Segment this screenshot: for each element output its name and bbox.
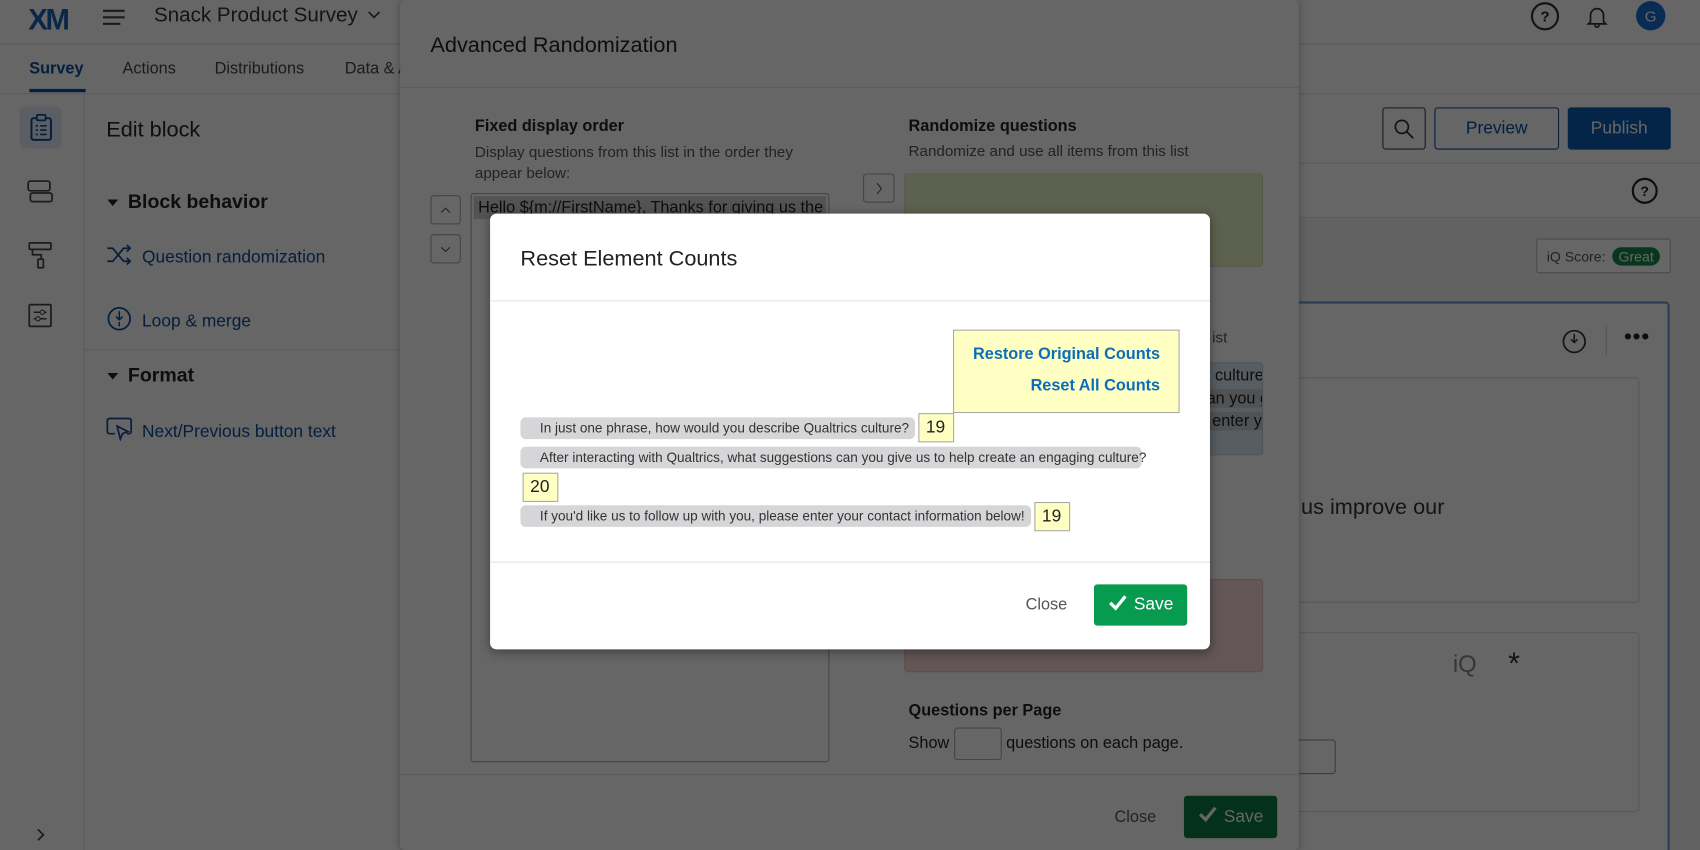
move-up-button[interactable] bbox=[430, 195, 461, 225]
chevron-up-icon bbox=[440, 206, 451, 213]
shuffle-icon bbox=[106, 244, 132, 271]
close-button[interactable]: Close bbox=[1115, 808, 1157, 826]
save-label: Save bbox=[1133, 595, 1174, 614]
caret-down-icon bbox=[106, 192, 119, 212]
move-right-button[interactable] bbox=[863, 173, 895, 203]
subset-heading: ist bbox=[1212, 328, 1228, 346]
xm-logo[interactable]: XM bbox=[28, 3, 70, 37]
preview-button[interactable]: Preview bbox=[1434, 107, 1560, 150]
notification-bell-icon[interactable] bbox=[1583, 2, 1611, 30]
loop-merge-link[interactable]: Loop & merge bbox=[106, 306, 251, 337]
edit-panel-title: Edit block bbox=[106, 118, 201, 143]
randomize-heading: Randomize questions bbox=[908, 117, 1077, 136]
loop-icon bbox=[106, 306, 132, 337]
reset-all-counts-link[interactable]: Reset All Counts bbox=[954, 376, 1161, 394]
checkmark-icon bbox=[1108, 594, 1128, 617]
survey-title: Snack Product Survey bbox=[153, 4, 358, 28]
survey-builder-icon[interactable] bbox=[19, 106, 62, 149]
chevron-right-icon bbox=[876, 182, 882, 194]
section-heading: Block behavior bbox=[127, 190, 268, 213]
fixed-order-heading: Fixed display order bbox=[474, 117, 625, 136]
caret-down-icon bbox=[106, 366, 119, 386]
block-behavior-section-toggle[interactable]: Block behavior bbox=[106, 191, 268, 214]
chevron-down-icon bbox=[366, 7, 381, 27]
close-button[interactable]: Close bbox=[1026, 595, 1068, 613]
iq-score-badge[interactable]: iQ Score: Great bbox=[1536, 238, 1671, 274]
question-label: In just one phrase, how would you descri… bbox=[520, 417, 916, 440]
section-heading: Format bbox=[127, 364, 195, 386]
look-and-feel-icon[interactable] bbox=[24, 239, 57, 272]
blocks-icon[interactable] bbox=[24, 176, 57, 209]
count-actions-box: Restore Original Counts Reset All Counts bbox=[953, 329, 1180, 414]
modal-title: Advanced Randomization bbox=[430, 33, 678, 58]
tab-survey[interactable]: Survey bbox=[29, 60, 83, 78]
link-label: Next/Previous button text bbox=[142, 422, 336, 441]
count-field[interactable]: 19 bbox=[918, 413, 955, 443]
count-field[interactable]: 20 bbox=[522, 472, 559, 502]
link-label: Loop & merge bbox=[142, 311, 252, 331]
tab-active-underline bbox=[29, 88, 86, 93]
fixed-order-description: Display questions from this list in the … bbox=[474, 143, 793, 182]
avatar[interactable]: G bbox=[1636, 1, 1666, 31]
format-section-toggle[interactable]: Format bbox=[106, 364, 194, 387]
save-button[interactable]: Save bbox=[1093, 584, 1188, 626]
checkmark-icon bbox=[1198, 806, 1218, 829]
question-randomization-link[interactable]: Question randomization bbox=[106, 244, 325, 271]
questions-per-page-heading: Questions per Page bbox=[908, 701, 1062, 720]
help-icon[interactable]: ? bbox=[1631, 177, 1658, 204]
move-down-button[interactable] bbox=[430, 234, 461, 264]
search-icon bbox=[1394, 118, 1414, 139]
randomize-description: Randomize and use all items from this li… bbox=[908, 142, 1189, 160]
help-icon[interactable]: ? bbox=[1530, 2, 1560, 31]
tab-actions[interactable]: Actions bbox=[123, 60, 176, 78]
expand-rail-chevron-icon[interactable] bbox=[30, 824, 52, 846]
more-options-icon[interactable]: ••• bbox=[1624, 325, 1650, 350]
question-text: us improve our bbox=[1301, 495, 1445, 520]
tab-distributions[interactable]: Distributions bbox=[215, 60, 304, 78]
survey-options-icon[interactable] bbox=[24, 299, 57, 332]
reset-element-counts-dialog: Reset Element Counts Restore Original Co… bbox=[490, 213, 1210, 650]
hamburger-menu-icon[interactable] bbox=[100, 4, 128, 30]
chevron-down-icon bbox=[440, 246, 451, 252]
cursor-button-icon bbox=[106, 417, 133, 446]
qpp-suffix-label: questions on each page. bbox=[1006, 734, 1184, 753]
save-label: Save bbox=[1223, 807, 1264, 826]
required-asterisk-icon[interactable]: * bbox=[1508, 646, 1520, 681]
iq-icon[interactable]: iQ bbox=[1453, 651, 1477, 679]
qpp-show-label: Show bbox=[908, 734, 950, 753]
link-label: Question randomization bbox=[142, 247, 326, 267]
search-button[interactable] bbox=[1382, 107, 1426, 150]
iq-score-label: iQ Score: bbox=[1546, 247, 1606, 265]
screen: XM Snack Product Survey ? G Survey Actio… bbox=[0, 0, 1700, 850]
count-field[interactable]: 19 bbox=[1034, 501, 1071, 532]
dialog-title: Reset Element Counts bbox=[520, 247, 738, 272]
restore-original-counts-link[interactable]: Restore Original Counts bbox=[954, 345, 1160, 363]
block-loop-icon[interactable] bbox=[1560, 327, 1588, 355]
survey-title-dropdown[interactable]: Snack Product Survey bbox=[154, 4, 382, 28]
question-label: If you'd like us to follow up with you, … bbox=[520, 505, 1032, 527]
question-label: After interacting with Qualtrics, what s… bbox=[520, 446, 1146, 469]
iq-score-value: Great bbox=[1612, 246, 1661, 266]
next-previous-text-link[interactable]: Next/Previous button text bbox=[106, 417, 336, 446]
questions-per-page-input[interactable] bbox=[954, 727, 1002, 761]
save-button[interactable]: Save bbox=[1183, 795, 1278, 839]
publish-button[interactable]: Publish bbox=[1567, 107, 1671, 150]
